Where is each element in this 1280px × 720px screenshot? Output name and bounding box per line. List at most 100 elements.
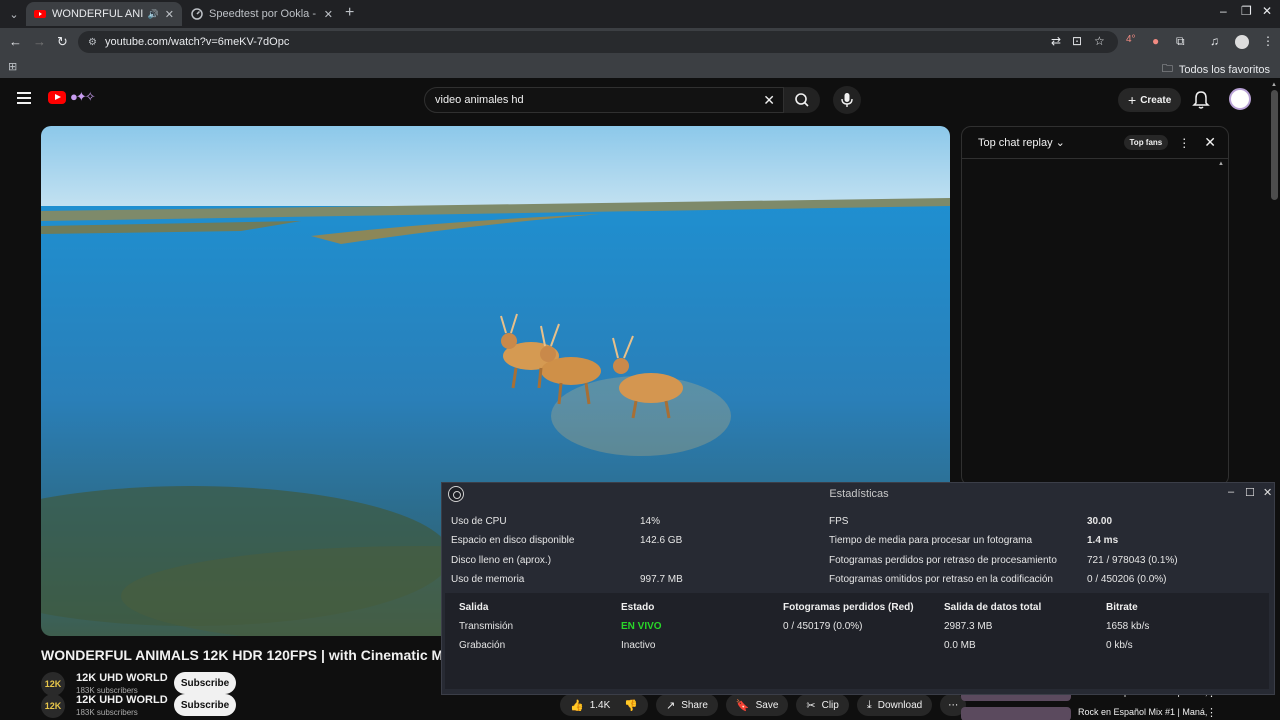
account-avatar[interactable] (1229, 88, 1251, 110)
top-fans-badge[interactable]: Top fans (1123, 135, 1169, 150)
obs-maximize-icon[interactable]: ☐ (1245, 486, 1255, 499)
tab-speedtest[interactable]: Speedtest por Ookla - La prueba ✕ (183, 2, 341, 26)
close-chat-icon[interactable]: ✕ (1204, 134, 1216, 151)
table-cell: 0 / 450179 (0.0%) (783, 621, 863, 632)
subscribe-button[interactable]: Subscribe (174, 672, 236, 694)
all-bookmarks-folder[interactable]: 🗀 Todos los favoritos (1162, 60, 1270, 79)
like-icon[interactable]: 👍 (570, 699, 584, 712)
save-button[interactable]: 🔖 Save (725, 694, 789, 716)
extensions-puzzle-icon[interactable]: ⧉ (1176, 34, 1185, 49)
like-count[interactable]: 1.4K (590, 700, 611, 711)
stat-value: 721 / 978043 (0.1%) (1087, 555, 1178, 566)
extension-record-icon[interactable]: ● (1152, 34, 1159, 48)
clip-button[interactable]: ✂ Clip (796, 694, 849, 716)
obs-close-icon[interactable]: ✕ (1263, 486, 1272, 499)
search-query-text: video animales hd (435, 94, 524, 106)
close-window-icon[interactable]: ✕ (1262, 4, 1272, 18)
download-icon: ⤓ (866, 698, 872, 711)
url-text: youtube.com/watch?v=6meKV-7dOpc (104, 36, 290, 48)
share-button[interactable]: ↗ Share (655, 694, 718, 716)
table-cell: Grabación (459, 640, 506, 651)
clip-label: Clip (821, 699, 839, 711)
stat-label: Tiempo de media para procesar un fotogra… (829, 535, 1033, 546)
status-badge: Inactivo (621, 640, 656, 651)
apps-grid-icon[interactable]: ⊞ (8, 60, 17, 73)
live-chat-panel: Top chat replay ⌄ Top fans ⋮ ✕ ▲ (961, 126, 1229, 486)
browser-toolbar: ← → ↻ ⚙ youtube.com/watch?v=6meKV-7dOpc … (0, 28, 1280, 56)
obs-stats-window: Estadísticas – ☐ ✕ Uso de CPU 14% Espaci… (441, 482, 1275, 695)
reload-icon[interactable]: ↻ (57, 34, 68, 50)
page-scrollbar[interactable] (1271, 90, 1278, 200)
scissors-icon: ✂ (806, 699, 816, 712)
address-bar[interactable]: ⚙ youtube.com/watch?v=6meKV-7dOpc (78, 31, 1118, 53)
create-button[interactable]: + Create (1118, 88, 1182, 112)
obs-minimize-icon[interactable]: – (1228, 486, 1234, 498)
chat-mode-dropdown[interactable]: Top chat replay ⌄ (978, 136, 1124, 149)
channel-name[interactable]: 12K UHD WORLD (76, 694, 168, 706)
search-input[interactable]: video animales hd ✕ (424, 87, 784, 113)
youtube-masthead: ●✦✧ video animales hd ✕ + Create (0, 80, 1280, 120)
stat-value: 30.00 (1087, 516, 1113, 527)
recommendation-more-icon[interactable]: ⋮ (1206, 706, 1217, 719)
tab-youtube[interactable]: WONDERFUL ANIMALS 12K HDR 120FPS 🔊 ✕ (26, 2, 182, 26)
minimize-icon[interactable]: – (1220, 4, 1227, 18)
close-tab-icon[interactable]: ✕ (165, 8, 174, 21)
new-tab-button[interactable]: + (345, 4, 354, 22)
table-cell: 0 kb/s (1106, 640, 1133, 651)
all-bookmarks-label: Todos los favoritos (1178, 63, 1270, 76)
page-scroll-up-icon[interactable]: ▲ (1271, 82, 1277, 88)
restore-icon[interactable]: ❐ (1241, 4, 1252, 18)
table-cell: 1658 kb/s (1106, 621, 1150, 632)
guide-menu-icon[interactable] (17, 92, 31, 104)
obs-titlebar[interactable]: Estadísticas – ☐ ✕ (442, 483, 1274, 505)
notifications-bell-icon[interactable] (1192, 90, 1210, 110)
recommendation-title[interactable]: Rock en Español Mix #1 | Maná, (1078, 707, 1207, 717)
voice-search-button[interactable] (833, 86, 861, 114)
profile-avatar-icon[interactable] (1235, 35, 1249, 49)
site-info-icon[interactable]: ⚙ (88, 37, 97, 48)
tab-title: WONDERFUL ANIMALS 12K HDR 120FPS (52, 8, 144, 20)
speedtest-favicon-icon (191, 8, 203, 20)
download-button[interactable]: ⤓ Download (856, 694, 933, 716)
stat-label: Espacio en disco disponible (451, 535, 575, 546)
stat-value: 142.6 GB (640, 535, 683, 546)
channel-name[interactable]: 12K UHD WORLD (76, 672, 168, 684)
stat-label: Fotogramas omitidos por retraso en la co… (829, 574, 1053, 585)
youtube-logo-icon[interactable] (48, 91, 66, 104)
channel-avatar[interactable]: 12K (41, 694, 65, 718)
recommendation-item[interactable]: Rock en Español Mix #1 | Maná, ⋮ (961, 707, 1221, 720)
search-icon (795, 93, 809, 107)
close-tab-icon[interactable]: ✕ (324, 8, 333, 21)
dislike-icon[interactable]: 👎 (624, 699, 638, 712)
chat-scroll-up-icon[interactable]: ▲ (1218, 161, 1224, 167)
youtube-doodle-icon[interactable]: ●✦✧ (70, 89, 96, 105)
download-label: Download (877, 699, 923, 711)
table-header: Fotogramas perdidos (Red) (783, 602, 914, 613)
save-bookmark-icon: 🔖 (735, 699, 750, 712)
install-app-icon[interactable]: ⊡ (1072, 34, 1082, 48)
like-dislike-group: 👍 1.4K 👎 (560, 694, 648, 716)
speaker-icon[interactable]: 🔊 (148, 9, 159, 20)
chat-more-icon[interactable]: ⋮ (1178, 136, 1190, 150)
clear-search-icon[interactable]: ✕ (763, 92, 775, 109)
media-control-icon[interactable]: ♫ (1210, 34, 1219, 48)
stat-value: 997.7 MB (640, 574, 683, 585)
table-header: Bitrate (1106, 602, 1138, 613)
forward-icon[interactable]: → (33, 34, 46, 49)
outputs-table: Salida Estado Fotogramas perdidos (Red) … (445, 593, 1269, 689)
translate-icon[interactable]: ⇄ (1051, 34, 1061, 48)
tab-search-button[interactable]: ⌄ (5, 5, 23, 23)
stat-label: Disco lleno en (aprox.) (451, 555, 552, 566)
subscriber-count: 183K subscribers (76, 708, 138, 717)
recommendation-thumbnail[interactable] (961, 707, 1071, 720)
chat-title: Top chat replay (978, 137, 1053, 149)
browser-menu-icon[interactable]: ⋮ (1262, 34, 1274, 48)
search-button[interactable] (784, 87, 820, 113)
back-icon[interactable]: ← (9, 34, 22, 49)
bookmark-star-icon[interactable]: ☆ (1094, 34, 1105, 48)
status-badge: EN VIVO (621, 621, 662, 632)
subscribe-button[interactable]: Subscribe (174, 694, 236, 716)
channel-row: 12K 12K UHD WORLD 183K subscribers Subsc… (41, 672, 281, 696)
extension-badge-icon[interactable]: 4° (1126, 34, 1136, 45)
channel-avatar[interactable]: 12K (41, 672, 65, 696)
